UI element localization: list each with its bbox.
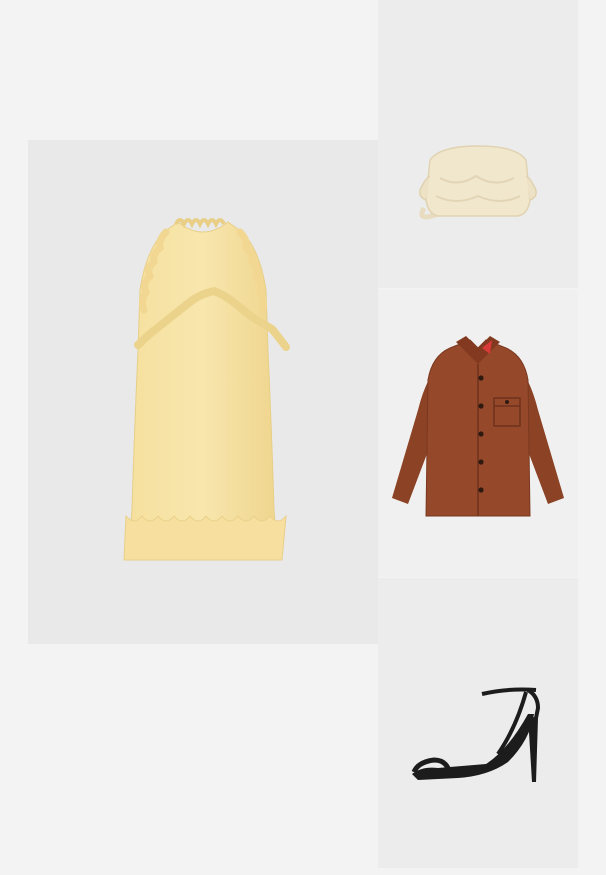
bag-image xyxy=(419,145,537,220)
product-tile-sandal[interactable] xyxy=(378,578,578,868)
dress-image xyxy=(123,218,290,561)
product-tile-bag[interactable] xyxy=(378,0,578,288)
sandal-image xyxy=(411,687,541,782)
jacket-image xyxy=(392,336,564,517)
product-tile-dress[interactable] xyxy=(28,140,378,644)
product-tile-jacket[interactable] xyxy=(378,290,578,577)
